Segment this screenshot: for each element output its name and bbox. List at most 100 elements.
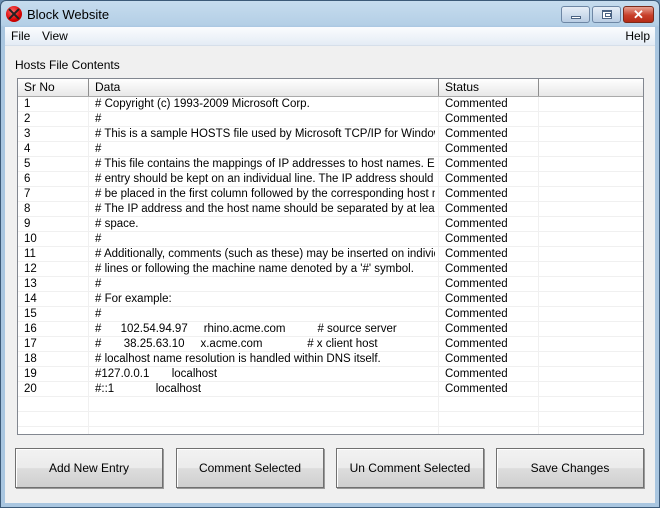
column-header-status[interactable]: Status: [439, 79, 539, 96]
maximize-button[interactable]: [592, 6, 621, 23]
cell-data: # be placed in the first column followed…: [95, 188, 435, 200]
cell-status: Commented: [445, 353, 508, 365]
cell-status: Commented: [445, 263, 508, 275]
cell-data: #: [95, 278, 102, 290]
cell-sr-no: 17: [24, 338, 37, 350]
cell-status: Commented: [445, 338, 508, 350]
cell-data: # Additionally, comments (such as these)…: [95, 248, 435, 260]
table-row[interactable]: 1 # Copyright (c) 1993-2009 Microsoft Cor…: [18, 97, 643, 112]
table-row[interactable]: 18 # localhost name resolution is handled…: [18, 352, 643, 367]
cell-sr-no: 6: [24, 173, 31, 185]
cell-status: Commented: [445, 293, 508, 305]
cell-data: # For example:: [95, 293, 172, 305]
table-row[interactable]: 8 # The IP address and the host name shou…: [18, 202, 643, 217]
cell-status: Commented: [445, 383, 508, 395]
empty-row: [18, 397, 643, 412]
table-row[interactable]: 5 # This file contains the mappings of IP…: [18, 157, 643, 172]
table-row[interactable]: 4 # Commented: [18, 142, 643, 157]
table-row[interactable]: 2 # Commented: [18, 112, 643, 127]
list-header: Sr No Data Status: [18, 79, 643, 97]
cell-status: Commented: [445, 158, 508, 170]
cell-data: #: [95, 113, 102, 125]
cell-data: # localhost name resolution is handled w…: [95, 353, 381, 365]
cell-data: # The IP address and the host name shoul…: [95, 203, 435, 215]
cell-status: Commented: [445, 128, 508, 140]
cell-data: #: [95, 308, 102, 320]
cell-status: Commented: [445, 143, 508, 155]
cell-status: Commented: [445, 188, 508, 200]
cell-status: Commented: [445, 218, 508, 230]
menu-view[interactable]: View: [42, 29, 68, 43]
cell-sr-no: 11: [24, 248, 36, 260]
hosts-list-view[interactable]: Sr No Data Status 1 # Copyright (c) 1993-…: [17, 78, 644, 435]
cell-sr-no: 3: [24, 128, 31, 140]
minimize-icon: [571, 16, 581, 19]
cell-sr-no: 8: [24, 203, 31, 215]
title-bar[interactable]: Block Website ✕: [1, 1, 659, 27]
table-row[interactable]: 9 # space. Commented: [18, 217, 643, 232]
table-row[interactable]: 13 # Commented: [18, 277, 643, 292]
table-row[interactable]: 16 # 102.54.94.97 rhino.acme.com # source…: [18, 322, 643, 337]
table-row[interactable]: 11 # Additionally, comments (such as thes…: [18, 247, 643, 262]
cell-status: Commented: [445, 323, 508, 335]
window-title: Block Website: [27, 7, 110, 22]
cell-sr-no: 12: [24, 263, 37, 275]
menu-file[interactable]: File: [11, 29, 30, 43]
client-area: File View Help Hosts File Contents Sr No…: [5, 27, 655, 503]
cell-data: # lines or following the machine name de…: [95, 263, 414, 275]
cell-status: Commented: [445, 308, 508, 320]
cell-status: Commented: [445, 368, 508, 380]
cell-sr-no: 7: [24, 188, 31, 200]
table-row[interactable]: 10 # Commented: [18, 232, 643, 247]
table-row[interactable]: 19 #127.0.0.1 localhost Commented: [18, 367, 643, 382]
cell-sr-no: 4: [24, 143, 31, 155]
comment-selected-button[interactable]: Comment Selected: [176, 448, 324, 488]
cell-data: # This file contains the mappings of IP …: [95, 158, 435, 170]
table-row[interactable]: 15 # Commented: [18, 307, 643, 322]
column-header-data[interactable]: Data: [89, 79, 439, 96]
cell-status: Commented: [445, 278, 508, 290]
cell-status: Commented: [445, 113, 508, 125]
close-icon: ✕: [633, 7, 644, 22]
cell-data: #127.0.0.1 localhost: [95, 368, 218, 380]
block-icon: [6, 6, 22, 22]
menu-help[interactable]: Help: [625, 29, 650, 43]
minimize-button[interactable]: [561, 6, 590, 23]
cell-sr-no: 16: [24, 323, 37, 335]
column-header-empty[interactable]: [539, 79, 643, 96]
cell-sr-no: 15: [24, 308, 37, 320]
cell-data: # Copyright (c) 1993-2009 Microsoft Corp…: [95, 98, 310, 110]
cell-sr-no: 14: [24, 293, 37, 305]
save-changes-button[interactable]: Save Changes: [496, 448, 644, 488]
cell-data: #: [95, 143, 102, 155]
cell-data: # 102.54.94.97 rhino.acme.com # source s…: [95, 323, 397, 335]
table-row[interactable]: 12 # lines or following the machine name …: [18, 262, 643, 277]
table-row[interactable]: 17 # 38.25.63.10 x.acme.com # x client ho…: [18, 337, 643, 352]
menu-bar: File View Help: [5, 27, 655, 46]
cell-status: Commented: [445, 233, 508, 245]
cell-sr-no: 2: [24, 113, 31, 125]
cell-sr-no: 19: [24, 368, 37, 380]
table-row[interactable]: 3 # This is a sample HOSTS file used by M…: [18, 127, 643, 142]
add-new-entry-button[interactable]: Add New Entry: [15, 448, 163, 488]
close-button[interactable]: ✕: [623, 6, 654, 23]
empty-row: [18, 427, 643, 434]
cell-status: Commented: [445, 173, 508, 185]
cell-sr-no: 5: [24, 158, 31, 170]
cell-status: Commented: [445, 203, 508, 215]
column-header-sr-no[interactable]: Sr No: [18, 79, 89, 96]
cell-sr-no: 9: [24, 218, 31, 230]
cell-sr-no: 20: [24, 383, 37, 395]
cell-data: # entry should be kept on an individual …: [95, 173, 434, 185]
table-row[interactable]: 14 # For example: Commented: [18, 292, 643, 307]
cell-status: Commented: [445, 248, 508, 260]
cell-data: # This is a sample HOSTS file used by Mi…: [95, 128, 435, 140]
table-row[interactable]: 20 #::1 localhost Commented: [18, 382, 643, 397]
app-window: Block Website ✕ File View Help Hosts Fil…: [0, 0, 660, 508]
cell-status: Commented: [445, 98, 508, 110]
uncomment-selected-button[interactable]: Un Comment Selected: [336, 448, 484, 488]
table-row[interactable]: 6 # entry should be kept on an individual…: [18, 172, 643, 187]
cell-data: # space.: [95, 218, 139, 230]
empty-row: [18, 412, 643, 427]
table-row[interactable]: 7 # be placed in the first column followe…: [18, 187, 643, 202]
